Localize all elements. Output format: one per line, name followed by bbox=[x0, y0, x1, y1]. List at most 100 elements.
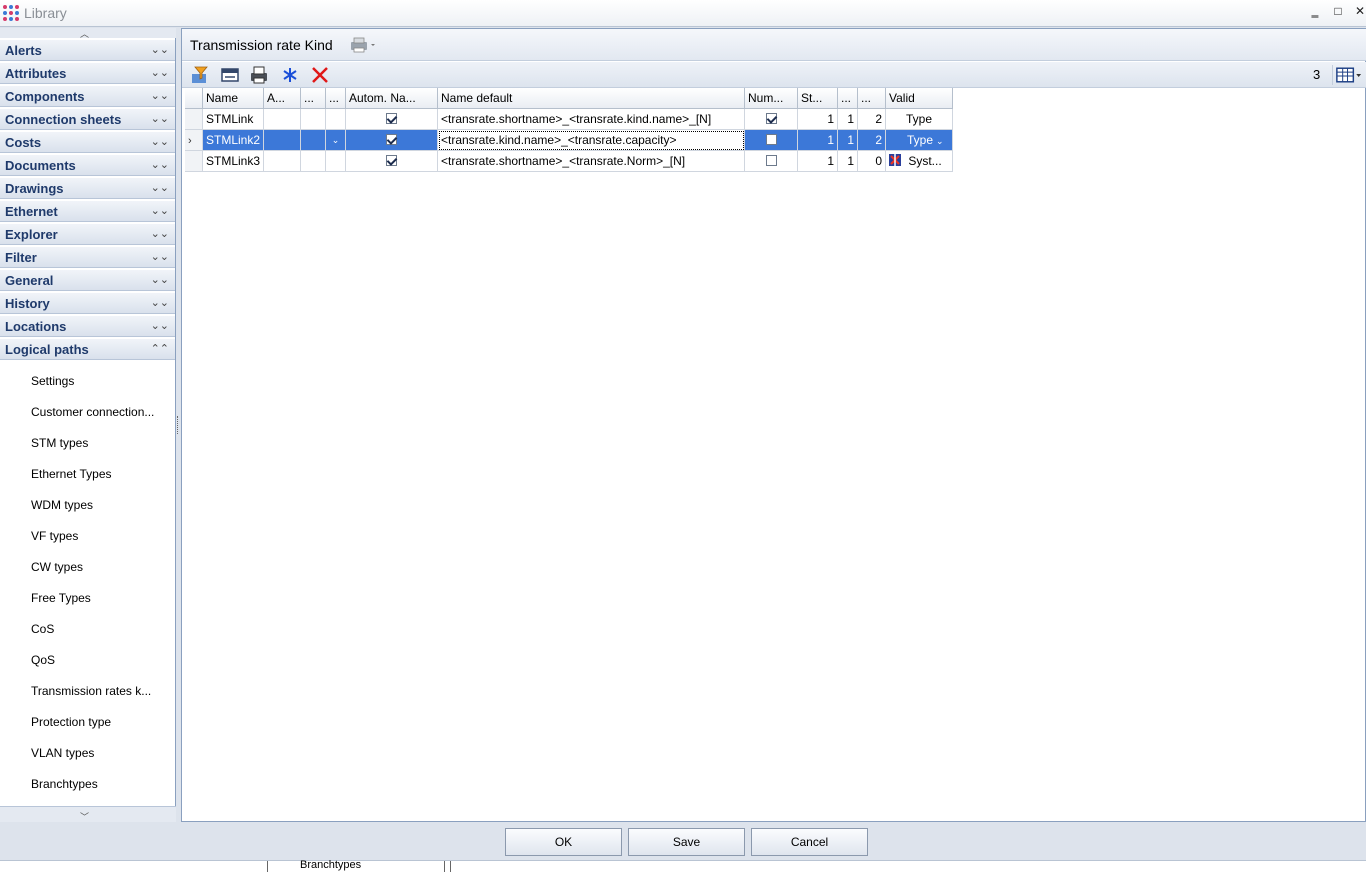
cell-a[interactable] bbox=[264, 109, 301, 130]
column-header-3[interactable]: ... bbox=[301, 88, 326, 109]
cell-num[interactable] bbox=[745, 151, 798, 172]
cell-valid-dropdown[interactable]: Type ⌄ bbox=[886, 130, 953, 151]
row-selector[interactable]: › bbox=[185, 130, 203, 151]
row-selector[interactable] bbox=[185, 151, 203, 172]
cancel-button[interactable]: Cancel bbox=[751, 828, 868, 856]
group-locations[interactable]: Locations ⌄⌄ bbox=[0, 315, 175, 337]
nav-item-vlan-types[interactable]: VLAN types bbox=[0, 738, 175, 769]
close-button[interactable]: ✕ bbox=[1352, 3, 1366, 19]
nav-item-wdm-types[interactable]: WDM types bbox=[0, 490, 175, 521]
cell-st[interactable]: 1 bbox=[798, 130, 838, 151]
cell-a[interactable] bbox=[264, 151, 301, 172]
printer-dropdown-icon[interactable] bbox=[348, 36, 378, 54]
cell-col9[interactable]: 1 bbox=[838, 130, 858, 151]
nav-item-cw-types[interactable]: CW types bbox=[0, 552, 175, 583]
group-history[interactable]: History ⌄⌄ bbox=[0, 292, 175, 314]
nav-item-cos[interactable]: CoS bbox=[0, 614, 175, 645]
column-header-valid[interactable]: Valid bbox=[886, 88, 953, 109]
column-header-num[interactable]: Num... bbox=[745, 88, 798, 109]
cell-name[interactable]: STMLink2 bbox=[203, 130, 264, 151]
cell-st[interactable]: 1 bbox=[798, 109, 838, 130]
group-logical-paths[interactable]: Logical paths ⌃⌃ bbox=[0, 338, 175, 360]
layout-icon[interactable] bbox=[220, 65, 240, 85]
column-header-auto-name[interactable]: Autom. Na... bbox=[346, 88, 438, 109]
cell-col9[interactable]: 1 bbox=[838, 151, 858, 172]
num-checkbox[interactable] bbox=[765, 113, 777, 125]
cell-num[interactable] bbox=[745, 109, 798, 130]
print-icon[interactable] bbox=[249, 65, 269, 85]
cell-auto-name[interactable] bbox=[346, 130, 438, 151]
save-button[interactable]: Save bbox=[628, 828, 745, 856]
group-components[interactable]: Components ⌄⌄ bbox=[0, 85, 175, 107]
cell-name[interactable]: STMLink bbox=[203, 109, 264, 130]
cell-col4[interactable] bbox=[326, 151, 346, 172]
cell-col10[interactable]: 2 bbox=[858, 130, 886, 151]
group-drawings[interactable]: Drawings ⌄⌄ bbox=[0, 177, 175, 199]
freeze-icon[interactable] bbox=[280, 65, 300, 85]
nav-item-customer-connection[interactable]: Customer connection... bbox=[0, 397, 175, 428]
double-chevron-down-icon: ⌄⌄ bbox=[150, 67, 169, 79]
nav-item-protection-type[interactable]: Protection type bbox=[0, 707, 175, 738]
num-checkbox[interactable] bbox=[765, 155, 777, 167]
nav-item-qos[interactable]: QoS bbox=[0, 645, 175, 676]
nav-item-branchtypes[interactable]: Branchtypes bbox=[0, 769, 175, 800]
cell-col3[interactable] bbox=[301, 130, 326, 151]
group-documents[interactable]: Documents ⌄⌄ bbox=[0, 154, 175, 176]
cell-col4[interactable] bbox=[326, 109, 346, 130]
group-connection-sheets[interactable]: Connection sheets ⌄⌄ bbox=[0, 108, 175, 130]
auto-name-checkbox[interactable] bbox=[386, 134, 397, 146]
cell-valid[interactable]: Syst... bbox=[886, 151, 953, 172]
cell-name[interactable]: STMLink3 bbox=[203, 151, 264, 172]
scroll-down-handle[interactable]: ﹀ bbox=[0, 806, 176, 822]
cell-name-default[interactable]: <transrate.shortname>_<transrate.Norm>_[… bbox=[438, 151, 745, 172]
column-header-10[interactable]: ... bbox=[858, 88, 886, 109]
cell-col3[interactable] bbox=[301, 151, 326, 172]
scroll-up-handle[interactable]: ︿ bbox=[0, 28, 176, 39]
group-alerts[interactable]: Alerts ⌄⌄ bbox=[0, 39, 175, 61]
row-selector-header bbox=[185, 88, 203, 109]
column-header-a[interactable]: A... bbox=[264, 88, 301, 109]
cell-name-default-editor[interactable]: <transrate.kind.name>_<transrate.capacit… bbox=[438, 130, 745, 151]
cell-col10[interactable]: 2 bbox=[858, 109, 886, 130]
column-header-4[interactable]: ... bbox=[326, 88, 346, 109]
cell-col3[interactable] bbox=[301, 109, 326, 130]
nav-item-ethernet-types[interactable]: Ethernet Types bbox=[0, 459, 175, 490]
nav-item-settings[interactable]: Settings bbox=[0, 366, 175, 397]
cell-col4-dropdown[interactable]: ⌄ bbox=[326, 130, 346, 151]
nav-item-transmission-rates[interactable]: Transmission rates k... bbox=[0, 676, 175, 707]
group-explorer[interactable]: Explorer ⌄⌄ bbox=[0, 223, 175, 245]
auto-name-checkbox[interactable] bbox=[386, 113, 397, 125]
group-filter[interactable]: Filter ⌄⌄ bbox=[0, 246, 175, 268]
group-attributes[interactable]: Attributes ⌄⌄ bbox=[0, 62, 175, 84]
auto-name-checkbox[interactable] bbox=[386, 155, 397, 167]
nav-item-free-types[interactable]: Free Types bbox=[0, 583, 175, 614]
column-header-name-default[interactable]: Name default bbox=[438, 88, 745, 109]
window-title: Library bbox=[24, 5, 67, 21]
double-chevron-down-icon: ⌄⌄ bbox=[150, 90, 169, 102]
group-ethernet[interactable]: Ethernet ⌄⌄ bbox=[0, 200, 175, 222]
maximize-button[interactable]: □ bbox=[1330, 3, 1346, 19]
cell-a[interactable] bbox=[264, 130, 301, 151]
group-general[interactable]: General ⌄⌄ bbox=[0, 269, 175, 291]
nav-item-stm-types[interactable]: STM types bbox=[0, 428, 175, 459]
cell-col9[interactable]: 1 bbox=[838, 109, 858, 130]
column-chooser-icon[interactable] bbox=[1332, 65, 1364, 85]
cell-valid[interactable]: Type bbox=[886, 109, 953, 130]
group-costs[interactable]: Costs ⌄⌄ bbox=[0, 131, 175, 153]
num-checkbox[interactable] bbox=[765, 134, 777, 146]
column-header-9[interactable]: ... bbox=[838, 88, 858, 109]
minimize-button[interactable]: ‗ bbox=[1307, 3, 1323, 19]
cell-auto-name[interactable] bbox=[346, 109, 438, 130]
column-header-st[interactable]: St... bbox=[798, 88, 838, 109]
delete-icon[interactable] bbox=[310, 65, 330, 85]
cell-col10[interactable]: 0 bbox=[858, 151, 886, 172]
cell-name-default[interactable]: <transrate.shortname>_<transrate.kind.na… bbox=[438, 109, 745, 130]
ok-button[interactable]: OK bbox=[505, 828, 622, 856]
filter-icon[interactable] bbox=[190, 65, 210, 85]
column-header-name[interactable]: Name bbox=[203, 88, 264, 109]
cell-num[interactable] bbox=[745, 130, 798, 151]
row-selector[interactable] bbox=[185, 109, 203, 130]
nav-item-vf-types[interactable]: VF types bbox=[0, 521, 175, 552]
cell-auto-name[interactable] bbox=[346, 151, 438, 172]
cell-st[interactable]: 1 bbox=[798, 151, 838, 172]
